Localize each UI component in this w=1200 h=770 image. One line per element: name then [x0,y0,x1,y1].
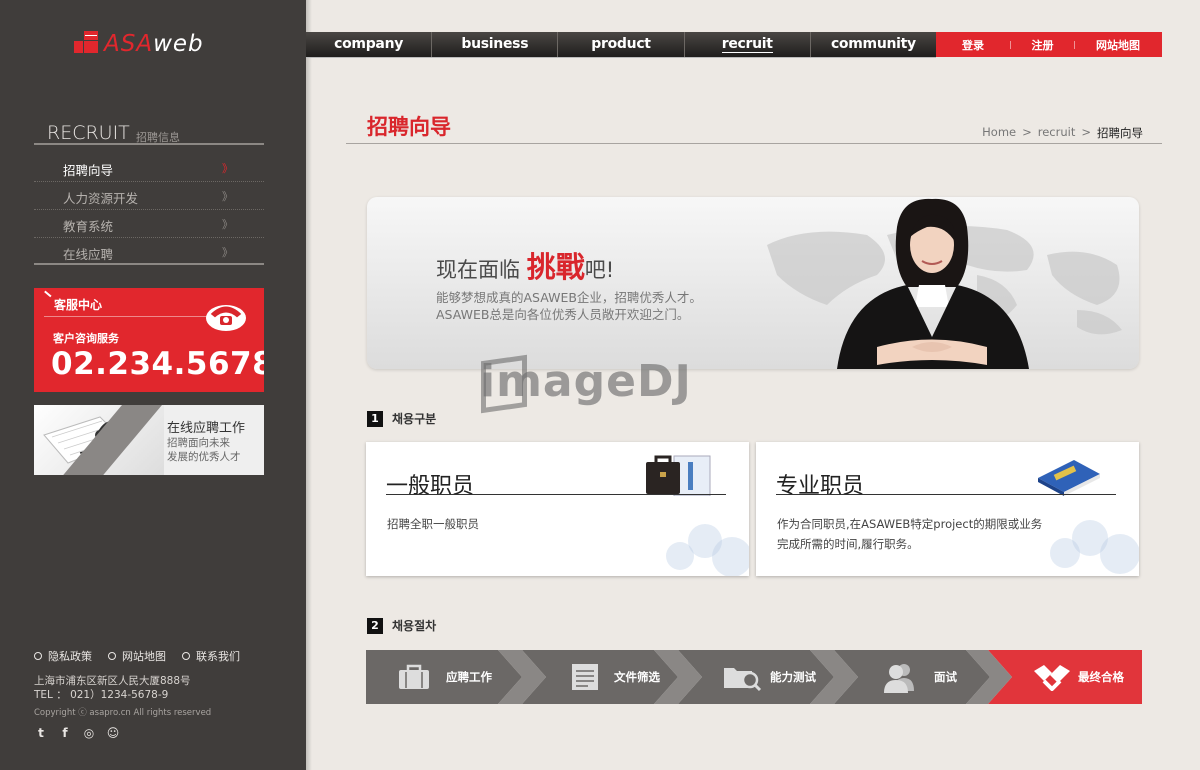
sidebar-item-label: 在线应聘 [63,247,114,262]
online-apply-title: 在线应聘工作 [167,421,246,436]
section-number: 2 [367,617,383,634]
chevron-right-icon: 》 [222,218,233,231]
step-label: 面试 [934,670,957,684]
recruit-banner: 现在面临 挑戰吧! 能够梦想成真的ASAWEB企业，招聘优秀人才。 ASAWEB… [367,197,1139,369]
page-title: 招聘向导 [367,115,451,139]
circle-arrow-icon [108,652,116,660]
step-label: 能力测试 [770,670,816,684]
logo[interactable]: ASAweb [74,30,204,58]
section-label: 채용절차 [392,619,437,633]
sidebar-heading: RECRUIT 招聘信息 [34,122,264,145]
breadcrumb-separator: > [1022,125,1032,139]
customer-service-phone: 02.234.5678 [51,346,264,382]
breadcrumb-recruit[interactable]: recruit [1038,125,1076,141]
footer-tel: TEL ： 021）1234-5678-9 [34,689,169,701]
sidebar-item-label: 招聘向导 [63,163,114,178]
footer-address: 上海市浦东区新区人民大厦888号 TEL ： 021）1234-5678-9 [34,675,191,701]
book-icon [1038,460,1100,496]
card-general-staff[interactable]: 一般职员 招聘全职一般职员 [366,442,749,576]
step-apply[interactable]: 应聘工作 [366,650,522,704]
sidebar-item-label: 教育系统 [63,219,114,234]
nav-product[interactable]: product [558,32,685,57]
chevron-right-icon: 》 [222,162,233,175]
step-label: 应聘工作 [446,670,492,684]
sidebar-item-label: 人力资源开发 [63,191,139,206]
logo-mark-icon [74,31,100,57]
step-document-screening[interactable]: 文件筛选 [522,650,678,704]
nav-business[interactable]: business [432,32,559,57]
main-nav: company business product recruit communi… [306,32,936,57]
recruit-process-steps: 应聘工作 文件筛选 能力测试 面试 最终合格 [366,650,1142,704]
nav-community[interactable]: community [811,32,936,57]
search-folder-icon [724,668,762,692]
step-final-pass[interactable]: 最终合格 [988,650,1142,704]
footer-link-contact[interactable]: 联系我们 [182,648,240,664]
utility-nav: 登录 注册 网站地图 [936,32,1162,57]
customer-service-box: 客服中心 客户咨询服务 02.234.5678 [34,288,264,392]
handshake-icon [1034,665,1070,691]
people-icon [884,664,914,693]
telephone-icon [206,305,246,331]
breadcrumb-home[interactable]: Home [982,125,1016,141]
online-apply-desc: 招聘面向未来 发展的优秀人才 [167,437,241,463]
social-links: t f ◎ ☺ [34,726,130,740]
logo-text: ASAweb [104,31,204,57]
businesswoman-photo [837,198,1029,369]
section-heading-category: 1 채용구분 [367,410,436,427]
sidebar-heading-en: RECRUIT [47,122,130,144]
section-label: 채용구분 [392,412,437,426]
sidebar-item-education[interactable]: 教育系统 》 [34,210,264,238]
twitter-icon[interactable]: t [34,726,48,740]
step-label: 最终合格 [1078,670,1124,684]
online-apply-banner[interactable]: 在线应聘工作 招聘面向未来 发展的优秀人才 [34,405,264,475]
breadcrumb-separator: > [1081,125,1091,139]
facebook-icon[interactable]: f [58,726,72,740]
sidebar-heading-cn: 招聘信息 [136,131,180,144]
card-title: 一般职员 [386,474,475,499]
nav-recruit[interactable]: recruit [685,32,811,57]
banner-headline: 现在面临 挑戰吧! [436,250,615,284]
breadcrumb: Home > recruit > 招聘向导 [982,125,1143,141]
banner-line-2: ASAWEB总是向各位优秀人员敞开欢迎之门。 [436,307,690,322]
document-icon [572,664,598,690]
step-label: 文件筛选 [614,670,660,684]
register-link[interactable]: 注册 [1011,37,1074,53]
chevron-right-icon: 》 [222,190,233,203]
circle-arrow-icon [182,652,190,660]
sidebar-item-apply[interactable]: 在线应聘 》 [34,238,264,265]
chevron-right-icon: 》 [222,246,233,259]
card-title: 专业职员 [776,474,865,499]
section-heading-process: 2 채용절차 [367,617,436,634]
briefcase-icon [646,455,711,496]
customer-service-subtitle: 客户咨询服务 [53,332,119,345]
step-ability-test[interactable]: 能力测试 [678,650,834,704]
card-description: 招聘全职一般职员 [387,517,479,531]
sidebar-shadow [306,0,312,770]
briefcase-icon [399,664,429,689]
sitemap-link[interactable]: 网站地图 [1075,37,1161,53]
step-interview[interactable]: 面试 [834,650,990,704]
nav-company[interactable]: company [306,32,433,57]
chat-icon[interactable]: ◎ [82,726,96,740]
circle-arrow-icon [34,652,42,660]
customer-service-title: 客服中心 [54,298,103,312]
footer-link-sitemap[interactable]: 网站地图 [108,648,166,664]
footer-copyright: Copyright ⓒ asapro.cn All rights reserve… [34,708,212,718]
sidebar-item-guide[interactable]: 招聘向导 》 [34,154,264,182]
footer-links: 隐私政策 网站地图 联系我们 [34,648,256,664]
robot-icon[interactable]: ☺ [106,726,120,740]
sidebar-nav: 招聘向导 》 人力资源开发 》 教育系统 》 在线应聘 》 [34,154,264,265]
card-professional-staff[interactable]: 专业职员 作为合同职员,在ASAWEB特定project的期限或业务 完成所需的时… [756,442,1139,576]
footer-link-privacy[interactable]: 隐私政策 [34,648,92,664]
section-number: 1 [367,410,383,427]
watermark: imageDJ [480,356,692,407]
title-divider [346,143,1162,144]
card-description: 作为合同职员,在ASAWEB特定project的期限或业务 完成所需的时间,履行职… [777,517,1043,551]
sidebar-item-hr[interactable]: 人力资源开发 》 [34,182,264,210]
login-link[interactable]: 登录 [936,37,1010,53]
breadcrumb-current: 招聘向导 [1097,126,1143,140]
